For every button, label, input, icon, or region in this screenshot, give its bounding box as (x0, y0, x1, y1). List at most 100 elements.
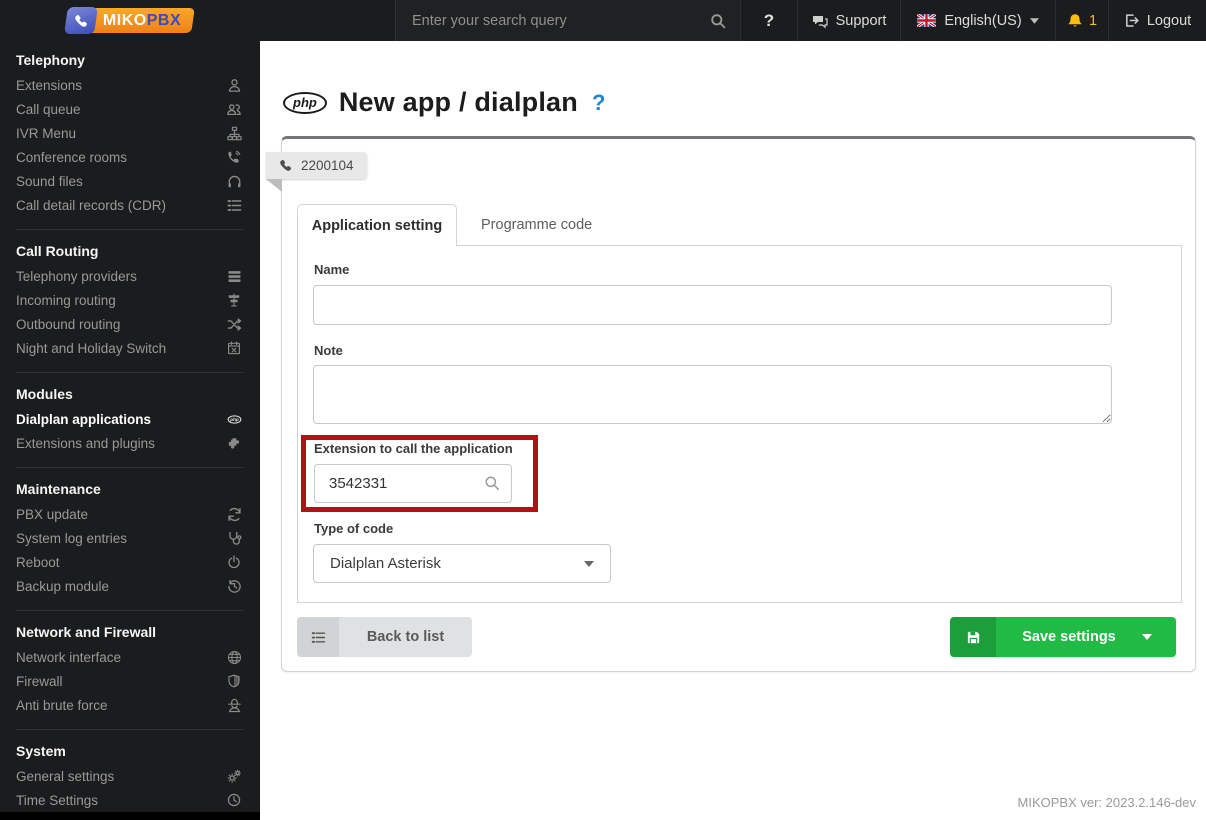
logo-phone-icon (64, 7, 99, 34)
tabs: Application setting Programme code (297, 204, 1182, 246)
sidebar-item-label: IVR Menu (16, 125, 77, 141)
sidebar-item-extensions-and-plugins[interactable]: Extensions and plugins (16, 431, 244, 455)
support-label: Support (835, 12, 887, 29)
sidebar-item-label: Night and Holiday Switch (16, 340, 167, 356)
sidebar-section-title-modules: Modules (16, 386, 73, 402)
version-label: MIKOPBX ver: 2023.2.146-dev (1017, 795, 1196, 810)
sidebar-item-network-interface[interactable]: Network interface (16, 645, 244, 669)
sidebar-item-system-log-entries[interactable]: System log entries (16, 526, 244, 550)
users-icon (224, 102, 244, 117)
sidebar-item-label: Outbound routing (16, 316, 121, 332)
back-to-list-button[interactable]: Back to list (297, 617, 472, 657)
power-icon (224, 555, 244, 569)
sidebar-item-label: Telephony providers (16, 268, 137, 284)
language-label: English(US) (944, 12, 1022, 29)
sidebar-divider (16, 372, 244, 373)
user-icon (224, 78, 244, 93)
sidebar-item-pbx-update[interactable]: PBX update (16, 502, 244, 526)
ribbon-label: 2200104 (301, 158, 354, 173)
clock-icon (224, 793, 244, 807)
sidebar-item-label: Call detail records (CDR) (16, 197, 167, 213)
search-input[interactable] (410, 11, 710, 30)
sidebar-item-label: Extensions (16, 77, 83, 93)
sidebar-item-telephony-providers[interactable]: Telephony providers (16, 264, 244, 288)
list-icon (224, 198, 244, 213)
language-selector[interactable]: English(US) (900, 0, 1055, 41)
sidebar-item-extensions[interactable]: Extensions (16, 73, 244, 97)
sidebar-item-label: Incoming routing (16, 292, 116, 308)
extension-label: Extension to call the application (314, 441, 513, 456)
sidebar-item-ivr-menu[interactable]: IVR Menu (16, 121, 244, 145)
sidebar-bottom-strip (0, 812, 260, 820)
sidebar-item-anti-brute-force[interactable]: Anti brute force (16, 693, 244, 717)
type-of-code-dropdown[interactable]: Dialplan Asterisk (313, 544, 611, 583)
sidebar-sections: Telephony Extensions Call queue IVR Menu Con… (0, 48, 260, 812)
sidebar-item-label: System log entries (16, 530, 128, 546)
sidebar-item-outbound-routing[interactable]: Outbound routing (16, 312, 244, 336)
sidebar-item-call-queue[interactable]: Call queue (16, 97, 244, 121)
sidebar-item-reboot[interactable]: Reboot (16, 550, 244, 574)
sidebar-section-title-maintenance: Maintenance (16, 481, 101, 497)
headphones-icon (224, 174, 244, 189)
main-content: php New app / dialplan ? 2200104 Applica… (260, 41, 1206, 820)
extension-field-wrap (314, 464, 512, 503)
sidebar-item-label: Call queue (16, 101, 81, 117)
note-field[interactable] (313, 365, 1112, 424)
notifications-button[interactable]: 1 (1055, 0, 1108, 41)
save-dropdown-caret-icon[interactable] (1142, 617, 1176, 657)
sidebar-divider (16, 729, 244, 730)
logo[interactable]: MIKOPBX (0, 0, 260, 41)
sidebar-section-title-system: System (16, 743, 66, 759)
sidebar-item-label: Network interface (16, 649, 122, 665)
sidebar-section-title-telephony: Telephony (16, 52, 85, 68)
extension-field[interactable] (314, 464, 512, 503)
support-button[interactable]: Support (797, 0, 900, 41)
sidebar-item-label: Sound files (16, 173, 83, 189)
spy-icon (224, 698, 244, 713)
sidebar-item-dialplan-applications[interactable]: Dialplan applications php (16, 407, 244, 431)
bell-icon (1067, 13, 1083, 29)
sidebar-item-label: Time Settings (16, 792, 99, 808)
chevron-down-icon (1029, 17, 1039, 24)
tab-programme-code[interactable]: Programme code (457, 204, 616, 246)
name-field[interactable] (313, 285, 1112, 325)
type-of-code-value: Dialplan Asterisk (330, 555, 441, 572)
phone-icon (279, 159, 292, 172)
tab-application-setting[interactable]: Application setting (297, 204, 457, 246)
sidebar-item-sound-files[interactable]: Sound files (16, 169, 244, 193)
sidebar-item-conference-rooms[interactable]: Conference rooms (16, 145, 244, 169)
sidebar-divider (16, 610, 244, 611)
stethoscope-icon (224, 531, 244, 546)
sidebar-item-firewall[interactable]: Firewall (16, 669, 244, 693)
uk-flag-icon (917, 14, 937, 27)
sidebar-item-time-settings[interactable]: Time Settings (16, 788, 244, 812)
sidebar-item-call-detail-records-cdr[interactable]: Call detail records (CDR) (16, 193, 244, 217)
sidebar-item-incoming-routing[interactable]: Incoming routing (16, 288, 244, 312)
dropdown-caret-icon (584, 560, 594, 567)
note-label: Note (314, 343, 343, 358)
save-settings-button[interactable]: Save settings (950, 617, 1176, 657)
back-to-list-label: Back to list (366, 629, 445, 645)
sidebar-item-general-settings[interactable]: General settings (16, 764, 244, 788)
search-icon[interactable] (710, 13, 726, 29)
sidebar-item-label: PBX update (16, 506, 89, 522)
search-area[interactable] (395, 0, 740, 41)
help-button[interactable]: ? (740, 0, 797, 41)
sidebar-item-label: Reboot (16, 554, 60, 570)
page-help-link[interactable]: ? (592, 90, 605, 116)
svg-text:php: php (229, 417, 239, 422)
logout-label: Logout (1146, 12, 1192, 29)
sidebar-item-backup-module[interactable]: Backup module (16, 574, 244, 598)
topbar: ? Support English(US) 1 Lo (260, 0, 1206, 41)
logout-button[interactable]: Logout (1108, 0, 1206, 41)
cogs-icon (224, 769, 244, 784)
sidebar-section-title-call-routing: Call Routing (16, 243, 99, 259)
sidebar-divider (16, 467, 244, 468)
sidebar-item-night-and-holiday-switch[interactable]: Night and Holiday Switch (16, 336, 244, 360)
name-label: Name (314, 262, 350, 277)
page-title: New app / dialplan (338, 87, 578, 117)
form-card: 2200104 Application setting Programme cod… (266, 136, 1196, 672)
save-settings-label: Save settings (1022, 629, 1116, 645)
sign-out-icon (1124, 13, 1139, 28)
calendar-x-icon (224, 341, 244, 355)
